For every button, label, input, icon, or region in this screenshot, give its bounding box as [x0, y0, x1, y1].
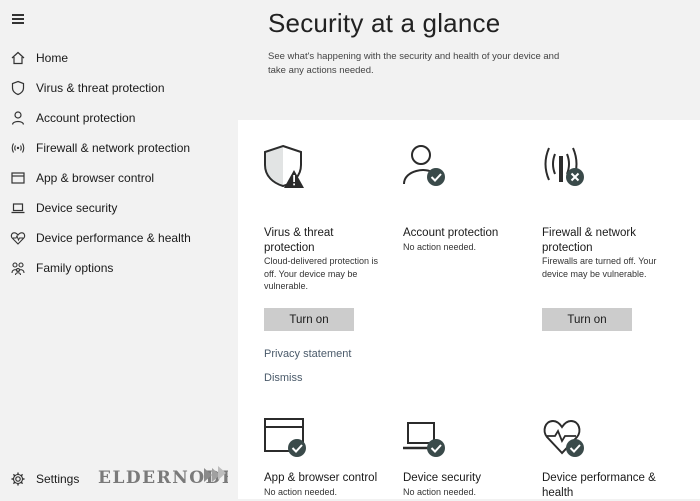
turn-on-button[interactable]: Turn on: [264, 308, 354, 331]
person-check-icon[interactable]: [403, 144, 447, 188]
tile-device-security: Device security No action needed.: [403, 415, 533, 499]
tile-title: Device performance & health: [542, 472, 656, 499]
sidebar-item-label: Account protection: [36, 111, 136, 125]
heart-pulse-icon: [10, 232, 26, 245]
person-icon: [11, 111, 25, 125]
sidebar-item-virus-threat[interactable]: Virus & threat protection: [0, 75, 238, 101]
tile-title: Account protection: [403, 227, 499, 239]
sidebar-item-app-browser[interactable]: App & browser control: [0, 165, 238, 191]
page-title: Security at a glance: [268, 8, 501, 38]
window-check-icon[interactable]: [264, 415, 308, 459]
sidebar-item-label: Firewall & network protection: [36, 141, 191, 155]
gear-icon: [11, 472, 25, 486]
sidebar-item-label: Virus & threat protection: [36, 81, 165, 95]
tile-virus-threat: Virus & threat protection Cloud-delivere…: [264, 144, 394, 384]
page-description: See what's happening with the security a…: [268, 51, 560, 76]
sidebar-item-home[interactable]: Home: [0, 45, 238, 71]
main-panel: Virus & threat protection Cloud-delivere…: [238, 120, 700, 499]
sidebar-item-family[interactable]: Family options: [0, 255, 238, 281]
sidebar-item-device-security[interactable]: Device security: [0, 195, 238, 221]
sidebar: Home Virus & threat protection Account p…: [0, 0, 238, 499]
tile-account-protection: Account protection No action needed.: [403, 144, 533, 264]
tile-status: No action needed.: [403, 242, 477, 252]
settings-label: Settings: [36, 472, 80, 486]
sidebar-item-label: Device performance & health: [36, 231, 191, 245]
sidebar-item-label: Device security: [36, 201, 118, 215]
turn-on-button[interactable]: Turn on: [542, 308, 632, 331]
app-window-icon: [11, 172, 25, 184]
heart-check-icon[interactable]: [542, 415, 586, 459]
tile-title: App & browser control: [264, 472, 378, 484]
privacy-statement-link[interactable]: Privacy statement: [264, 348, 351, 360]
shield-icon: [11, 80, 25, 96]
sidebar-item-account[interactable]: Account protection: [0, 105, 238, 131]
hamburger-menu-icon[interactable]: [12, 14, 24, 24]
laptop-icon: [11, 203, 25, 214]
tile-title: Firewall & network protection: [542, 227, 636, 254]
tile-status: No action needed.: [264, 487, 338, 497]
sidebar-item-label: Family options: [36, 261, 114, 275]
shield-warning-icon[interactable]: [264, 144, 308, 188]
tile-app-browser: App & browser control No action needed.: [264, 415, 394, 499]
dismiss-link[interactable]: Dismiss: [264, 372, 303, 384]
sidebar-item-firewall[interactable]: Firewall & network protection: [0, 135, 238, 161]
tile-title: Virus & threat protection: [264, 227, 334, 254]
sidebar-item-device-performance[interactable]: Device performance & health: [0, 225, 238, 251]
wifi-antenna-icon: [11, 143, 25, 153]
tile-status: No action needed.: [403, 487, 477, 497]
home-icon: [11, 51, 25, 65]
family-icon: [11, 262, 25, 276]
sidebar-item-settings[interactable]: Settings: [0, 468, 100, 490]
tile-device-performance: Device performance & health: [542, 415, 672, 499]
sidebar-item-label: Home: [36, 51, 69, 65]
sidebar-item-label: App & browser control: [36, 171, 155, 185]
laptop-check-icon[interactable]: [403, 415, 447, 459]
tile-status: Cloud-delivered protection is off. Your …: [264, 256, 379, 291]
eldernode-watermark-logo: ELDERNODE: [98, 466, 228, 488]
antenna-error-icon[interactable]: [542, 144, 586, 188]
tile-title: Device security: [403, 472, 481, 484]
tile-firewall-network: Firewall & network protection Firewalls …: [542, 144, 672, 331]
tile-status: Firewalls are turned off. Your device ma…: [542, 256, 657, 279]
